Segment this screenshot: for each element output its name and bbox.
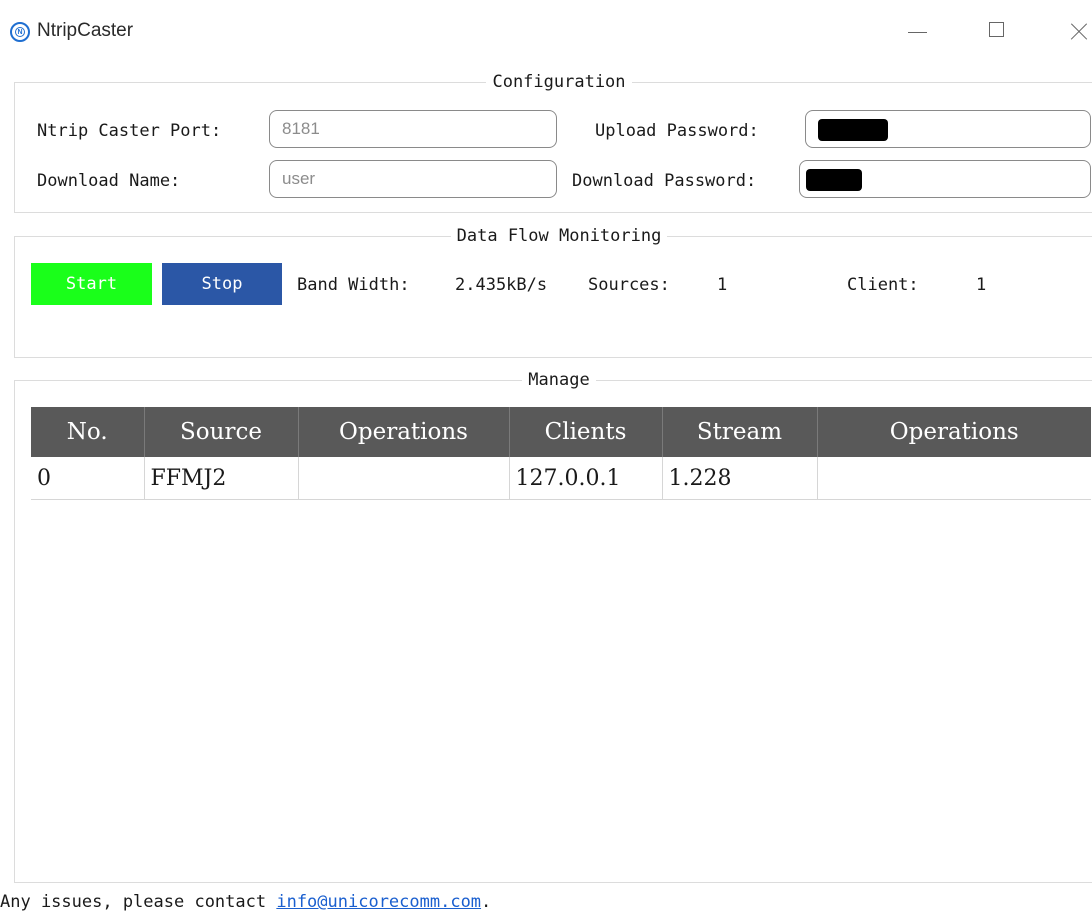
sources-label: Sources: [588,275,670,295]
stop-button[interactable]: Stop [162,263,282,305]
ntripcaster-window: N NtripCaster Configuration Ntrip Caster… [0,0,1092,915]
close-icon[interactable] [1058,14,1092,50]
maximize-icon[interactable] [978,14,1018,50]
title-bar: N NtripCaster [0,0,1092,62]
column-header-operations[interactable]: Operations [298,407,510,457]
table-row[interactable]: 0 FFMJ2 127.0.0.1 1.228 [31,457,1091,500]
start-button[interactable]: Start [31,263,152,305]
ntrip-logo-icon: N [10,22,30,42]
configuration-group: Configuration Ntrip Caster Port: 8181 Up… [14,72,1092,213]
download-name-label: Download Name: [37,171,181,191]
table-header-row: No. Source Operations Clients Stream Ope… [31,407,1091,457]
download-password-label: Download Password: [572,171,757,191]
configuration-title: Configuration [486,72,632,92]
manage-title: Manage [522,370,596,390]
footer-text: Any issues, please contact [0,892,277,912]
client-value: 1 [976,275,987,295]
footer: Any issues, please contact info@unicorec… [0,892,491,912]
port-input[interactable]: 8181 [269,110,557,148]
column-header-operations-2[interactable]: Operations [817,407,1091,457]
download-password-input[interactable] [799,160,1091,198]
bandwidth-label: Band Width: [297,275,410,295]
column-header-source[interactable]: Source [144,407,299,457]
manage-group: Manage No. Source Operations Clients Str… [14,370,1092,883]
column-header-stream[interactable]: Stream [662,407,818,457]
cell-source: FFMJ2 [144,457,299,500]
cell-operations[interactable] [298,457,510,500]
sources-table: No. Source Operations Clients Stream Ope… [31,407,1091,500]
footer-suffix: . [481,892,492,912]
client-label: Client: [847,275,919,295]
cell-stream: 1.228 [662,457,818,500]
masked-password [818,119,888,141]
cell-no: 0 [31,457,145,500]
contact-email-link[interactable]: info@unicorecomm.com [276,892,481,912]
upload-password-input[interactable] [805,110,1091,148]
download-name-input[interactable]: user [269,160,557,198]
column-header-no[interactable]: No. [31,407,145,457]
monitoring-group: Data Flow Monitoring Start Stop Band Wid… [14,226,1092,358]
bandwidth-value: 2.435kB/s [455,275,548,295]
sources-value: 1 [717,275,728,295]
cell-clients: 127.0.0.1 [509,457,663,500]
minimize-icon[interactable] [898,14,938,50]
cell-operations-2[interactable] [817,457,1091,500]
window-title: NtripCaster [37,20,134,41]
monitoring-title: Data Flow Monitoring [450,226,668,246]
masked-password [806,169,862,191]
upload-password-label: Upload Password: [595,121,759,141]
column-header-clients[interactable]: Clients [509,407,663,457]
port-label: Ntrip Caster Port: [37,121,222,141]
